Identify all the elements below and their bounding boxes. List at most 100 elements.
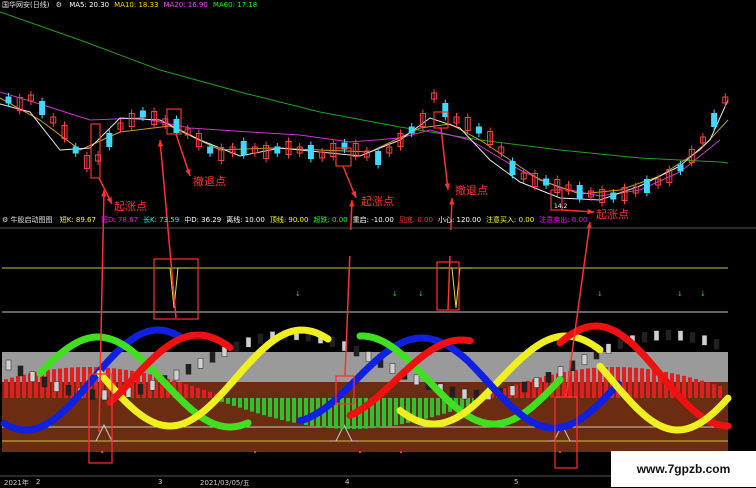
indicator-candle: [101, 389, 108, 401]
gear-icon[interactable]: ⚙: [56, 1, 62, 9]
indicator-value: 短K: 89.67: [59, 216, 96, 224]
indicator-candle: [689, 332, 696, 343]
histogram-bar: [634, 367, 638, 398]
indicator-candle: [389, 363, 396, 374]
indicator-candle: [233, 341, 240, 352]
histogram-bar: [592, 367, 596, 398]
indicator-candle: [5, 359, 12, 371]
histogram-bar: [268, 398, 272, 417]
indicator-candle: [257, 333, 264, 345]
annotation-label: 起涨点: [114, 200, 147, 213]
date-tick: 2: [36, 478, 41, 486]
histogram-bar: [280, 398, 284, 420]
histogram-bar: [682, 375, 686, 398]
candle: [72, 146, 79, 154]
indicator-candle: [365, 351, 372, 362]
histogram-bar: [700, 380, 704, 398]
indicator-candle: [581, 354, 588, 366]
indicator-candle: [197, 357, 204, 369]
indicator-value: 超跌: 0.00: [313, 216, 348, 224]
histogram-bar: [22, 374, 26, 398]
indicator-candle: [185, 363, 192, 375]
indicator-candle: [29, 371, 36, 382]
lower-header: ⚙ 牛股启动图图 短K: 89.67 短D: 78.67 长K: 73.59 中D: …: [2, 216, 587, 225]
histogram-bar: [688, 377, 692, 398]
histogram-bar: [244, 398, 248, 410]
indicator-candle: [149, 380, 156, 391]
histogram-bar: [232, 398, 236, 406]
histogram-bar: [424, 398, 428, 419]
histogram-bar: [418, 398, 422, 421]
indicator-candle: [353, 345, 360, 357]
indicator-candle: [677, 330, 684, 341]
candle: [106, 133, 113, 147]
indicator-value: 长K: 73.59: [142, 216, 180, 224]
histogram-bar: [208, 391, 212, 398]
indicator-candle: [173, 369, 180, 381]
histogram-bar: [262, 398, 266, 416]
indicator-value: MA5: 20.30: [69, 1, 110, 9]
candle: [442, 103, 449, 117]
indicator-value: 重启: -10.00: [352, 216, 394, 224]
histogram-bar: [388, 398, 392, 427]
histogram-bar: [586, 368, 590, 398]
candle: [576, 185, 583, 199]
histogram-bar: [202, 389, 206, 398]
indicator-value: 中D: 36.29: [184, 216, 222, 224]
indicator-candle: [617, 338, 624, 350]
indicator-value: 离线: 10.00: [226, 216, 265, 224]
arrow-marker: ↓: [295, 290, 301, 298]
candle: [173, 119, 180, 133]
indicator-candle: [65, 384, 72, 396]
indicator-candle: [509, 385, 516, 396]
histogram-bar: [646, 369, 650, 398]
histogram-bar: [574, 370, 578, 398]
indicator-value: MA20: 16.90: [163, 1, 208, 9]
indicator-candle: [641, 332, 648, 343]
annotation-label: 撤退点: [455, 184, 488, 197]
date-tick: 3: [158, 478, 163, 486]
histogram-bar: [436, 398, 440, 416]
indicator-candle: [605, 343, 612, 354]
arrow-marker: ↓: [392, 290, 398, 298]
signal-dot: [253, 450, 257, 454]
signal-dot: [100, 450, 104, 454]
histogram-bar: [196, 387, 200, 398]
indicator-value: MA60: 17.18: [212, 1, 258, 9]
indicator-candle: [545, 372, 552, 383]
indicator-candle: [41, 376, 48, 388]
histogram-bar: [250, 398, 254, 412]
histogram-bar: [286, 398, 290, 422]
indicator-value: 注意买入: 0.00: [486, 216, 535, 224]
indicator-value: MA10: 18.33: [114, 1, 159, 9]
stock-title: 国华网安(日线): [2, 1, 50, 9]
annotation-label: 起涨点: [361, 195, 394, 208]
arrow-marker: ↓: [700, 290, 706, 298]
candle: [39, 101, 46, 115]
histogram-bar: [706, 382, 710, 398]
indicator-candle: [557, 366, 564, 377]
indicator-candle: [137, 384, 144, 395]
histogram-bar: [256, 398, 260, 414]
candle: [543, 178, 550, 186]
histogram-bar: [184, 384, 188, 398]
candle: [711, 113, 718, 127]
histogram-bar: [190, 385, 194, 398]
histogram-bar: [16, 376, 20, 398]
indicator-candle: [53, 381, 60, 392]
candle: [408, 126, 415, 134]
candle: [375, 151, 382, 165]
candle: [274, 146, 281, 154]
indicator-candle: [413, 374, 420, 386]
candle: [207, 146, 214, 154]
signal-dot: [358, 450, 362, 454]
signal-dot: [399, 450, 403, 454]
gear-icon[interactable]: ⚙: [2, 216, 8, 224]
indicator-value: 小心: 120.00: [437, 216, 482, 224]
histogram-bar: [4, 379, 8, 398]
histogram-bar: [580, 369, 584, 398]
histogram-bar: [226, 398, 230, 404]
indicator-candle: [521, 381, 528, 393]
histogram-bar: [460, 398, 464, 409]
candle: [307, 145, 314, 159]
